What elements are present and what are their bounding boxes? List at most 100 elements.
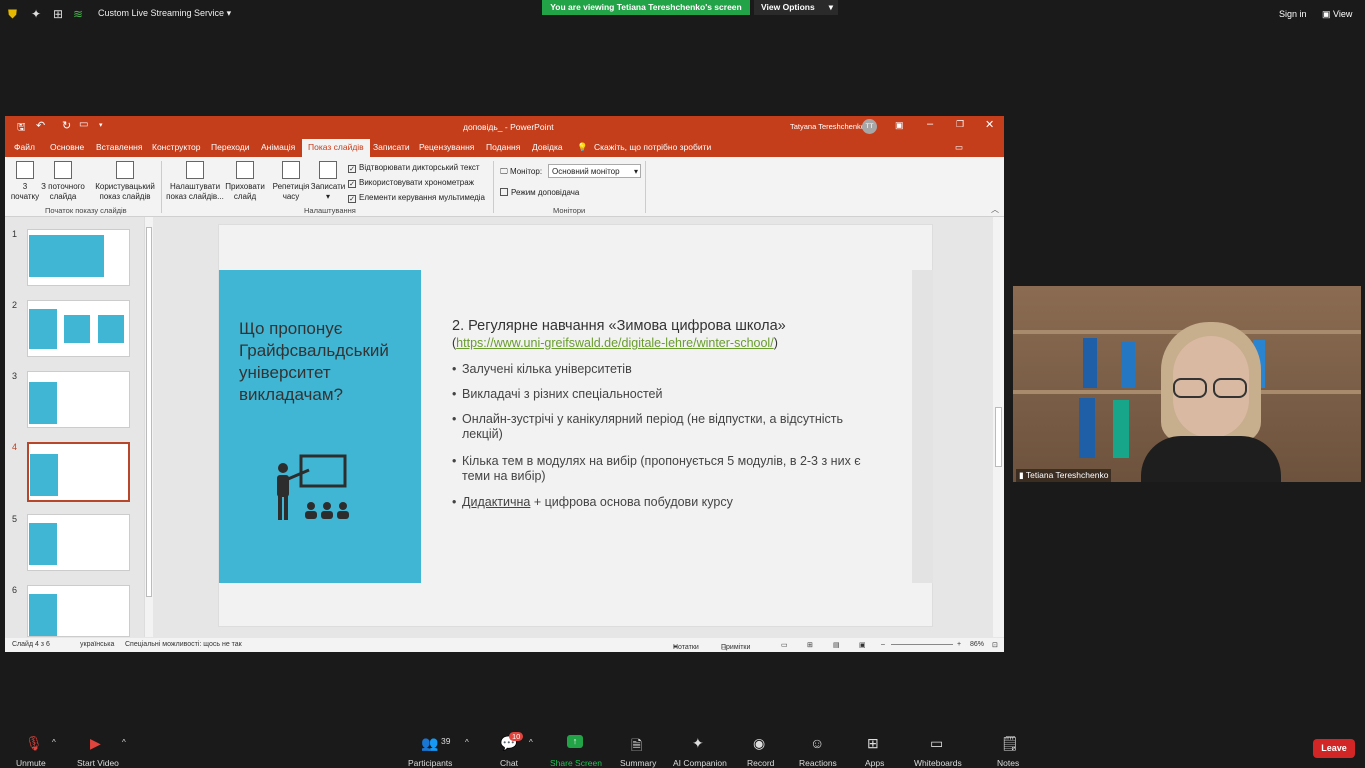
view-label: View bbox=[1333, 9, 1353, 19]
setup-show-button[interactable]: Налаштувати показ слайдів... bbox=[165, 161, 225, 202]
whiteboard-icon[interactable]: ▭ bbox=[930, 735, 943, 752]
tab-slideshow[interactable]: Показ слайдів bbox=[302, 139, 370, 157]
share-screen-button[interactable]: Share Screen bbox=[550, 758, 602, 768]
record-button[interactable]: Записати ▾ bbox=[309, 161, 347, 202]
summary-button[interactable]: Summary bbox=[620, 758, 656, 768]
from-beginning-button[interactable]: 3 початку bbox=[9, 161, 41, 202]
sign-in-button[interactable]: Sign in bbox=[1279, 9, 1307, 19]
stream-service-dropdown[interactable]: Custom Live Streaming Service ▾ bbox=[98, 8, 231, 19]
tab-insert[interactable]: Вставлення bbox=[96, 142, 142, 152]
slide-thumbnail-6[interactable] bbox=[27, 585, 130, 637]
from-current-button[interactable]: З поточного слайда bbox=[39, 161, 87, 202]
collapse-ribbon-icon[interactable]: ︿ bbox=[991, 204, 999, 215]
tab-transitions[interactable]: Переходи bbox=[211, 142, 250, 152]
hide-slide-button[interactable]: Приховати слайд bbox=[223, 161, 267, 202]
zoom-slider[interactable] bbox=[891, 644, 953, 645]
sparkle-icon[interactable]: ✦ bbox=[31, 7, 41, 21]
timings-checkbox[interactable]: ✓ Використовувати хронометраж bbox=[348, 178, 474, 188]
participant-video[interactable]: ▮ Tetiana Tereshchenko bbox=[1013, 286, 1361, 482]
view-options-button[interactable]: View Options ▾ bbox=[754, 0, 838, 15]
start-video-button[interactable]: Start Video bbox=[77, 758, 119, 768]
record-icon[interactable]: ◉ bbox=[753, 735, 765, 752]
comments-icon[interactable]: ▭ bbox=[955, 142, 963, 153]
tab-help[interactable]: Довідка bbox=[532, 142, 563, 152]
shield-icon[interactable]: ⛊ bbox=[8, 7, 17, 22]
tab-record[interactable]: Записати bbox=[373, 142, 410, 152]
save-icon[interactable]: 🖫 bbox=[17, 120, 26, 137]
chevron-up-icon[interactable]: ^ bbox=[465, 738, 469, 747]
tell-me-box[interactable]: Скажіть, що потрібно зробити bbox=[594, 142, 711, 152]
thumbnails-scrollbar[interactable] bbox=[144, 217, 153, 637]
tab-animations[interactable]: Анімація bbox=[261, 142, 295, 152]
accessibility-status[interactable]: Спеціальні можливості: щось не так bbox=[125, 641, 242, 648]
slide-thumbnail-3[interactable] bbox=[27, 371, 130, 428]
chat-button[interactable]: Chat bbox=[500, 758, 518, 768]
notes-icon[interactable]: 🗒 bbox=[1001, 735, 1019, 752]
microphone-muted-icon[interactable]: 🎙 bbox=[25, 735, 43, 752]
user-avatar[interactable]: TT bbox=[862, 119, 877, 134]
reactions-button[interactable]: Reactions bbox=[799, 758, 837, 768]
slide-thumbnail-4-selected[interactable] bbox=[27, 442, 130, 502]
slide-thumbnail-1[interactable] bbox=[27, 229, 130, 286]
summary-icon[interactable]: 🗎 bbox=[631, 735, 642, 759]
apps-icon[interactable]: ⊞ bbox=[867, 735, 879, 752]
redo-icon[interactable]: ↻ bbox=[62, 119, 71, 132]
tab-home[interactable]: Основне bbox=[50, 142, 84, 152]
tab-file[interactable]: Файл bbox=[14, 142, 35, 152]
rehearse-timings-button[interactable]: Репетиція часу bbox=[271, 161, 311, 202]
record-button[interactable]: Record bbox=[747, 758, 774, 768]
chevron-down-icon: ▾ bbox=[633, 167, 638, 176]
whiteboards-button[interactable]: Whiteboards bbox=[914, 758, 962, 768]
scrollbar-thumb[interactable] bbox=[146, 227, 152, 597]
editor-scrollbar[interactable] bbox=[993, 217, 1004, 637]
normal-view-icon[interactable]: ▭ bbox=[781, 641, 788, 649]
streaming-icon[interactable]: ≋ bbox=[73, 7, 83, 21]
slideshow-view-icon[interactable]: ▣ bbox=[859, 641, 866, 649]
apps-button[interactable]: Apps bbox=[865, 758, 884, 768]
view-button[interactable]: ▣ View bbox=[1322, 9, 1352, 20]
view-options-label: View Options bbox=[761, 2, 815, 12]
slide-thumbnail-2[interactable] bbox=[27, 300, 130, 357]
chevron-up-icon[interactable]: ^ bbox=[122, 738, 126, 747]
monitor-select[interactable]: Основний монітор ▾ bbox=[548, 164, 641, 178]
language[interactable]: українська bbox=[80, 641, 114, 648]
winter-school-link[interactable]: https://www.uni-greifswald.de/digitale-l… bbox=[456, 336, 774, 350]
close-icon[interactable]: ✕ bbox=[985, 118, 994, 131]
media-controls-checkbox[interactable]: ✓ Елементи керування мультимедіа bbox=[348, 193, 485, 203]
restore-icon[interactable]: ❐ bbox=[956, 119, 964, 130]
leave-button[interactable]: Leave bbox=[1313, 739, 1355, 758]
presentation-icon[interactable]: ▭ bbox=[79, 119, 88, 130]
chevron-up-icon[interactable]: ^ bbox=[52, 738, 56, 747]
zoom-out-icon[interactable]: – bbox=[881, 641, 885, 648]
ai-companion-button[interactable]: AI Companion bbox=[673, 758, 727, 768]
bullet-rest: + цифрова основа побудови курсу bbox=[530, 495, 733, 509]
slide-sorter-icon[interactable]: ⊞ bbox=[807, 641, 813, 649]
tab-review[interactable]: Рецензування bbox=[419, 142, 474, 152]
slide-thumbnail-5[interactable] bbox=[27, 514, 130, 571]
ai-companion-icon[interactable]: ✦ bbox=[692, 735, 704, 752]
chevron-up-icon[interactable]: ^ bbox=[529, 738, 533, 747]
ribbon-display-icon[interactable]: ▣ bbox=[895, 120, 904, 131]
participants-button[interactable]: Participants bbox=[408, 758, 452, 768]
zoom-level[interactable]: 86% bbox=[970, 641, 984, 648]
presenter-view-checkbox[interactable]: Режим доповідача bbox=[500, 188, 579, 197]
grid-icon[interactable]: ⊞ bbox=[53, 7, 63, 21]
zoom-in-icon[interactable]: + bbox=[957, 641, 961, 648]
reading-view-icon[interactable]: ▤ bbox=[833, 641, 840, 649]
reactions-icon[interactable]: ☺ bbox=[810, 735, 824, 751]
fit-slide-icon[interactable]: ⊡ bbox=[992, 641, 998, 649]
minimize-icon[interactable]: – bbox=[927, 118, 933, 130]
custom-show-button[interactable]: Користувацький показ слайдів bbox=[93, 161, 157, 202]
share-screen-icon[interactable]: ↑ bbox=[567, 735, 583, 748]
video-off-icon[interactable]: ▶ bbox=[90, 735, 101, 752]
tab-design[interactable]: Конструктор bbox=[152, 142, 200, 152]
notes-button[interactable]: Notes bbox=[997, 758, 1019, 768]
slide-canvas[interactable]: Що пропонує Грайфсвальдський університет… bbox=[218, 224, 933, 627]
editor-scrollbar-thumb[interactable] bbox=[995, 407, 1002, 467]
narration-checkbox[interactable]: ✓ Відтворювати дикторський текст bbox=[348, 163, 480, 173]
participants-icon[interactable]: 👥 bbox=[421, 735, 438, 752]
unmute-button[interactable]: Unmute bbox=[16, 758, 46, 768]
customize-icon[interactable]: ▾ bbox=[99, 121, 103, 129]
tab-view[interactable]: Подання bbox=[486, 142, 520, 152]
undo-icon[interactable]: ↶ bbox=[36, 119, 45, 132]
